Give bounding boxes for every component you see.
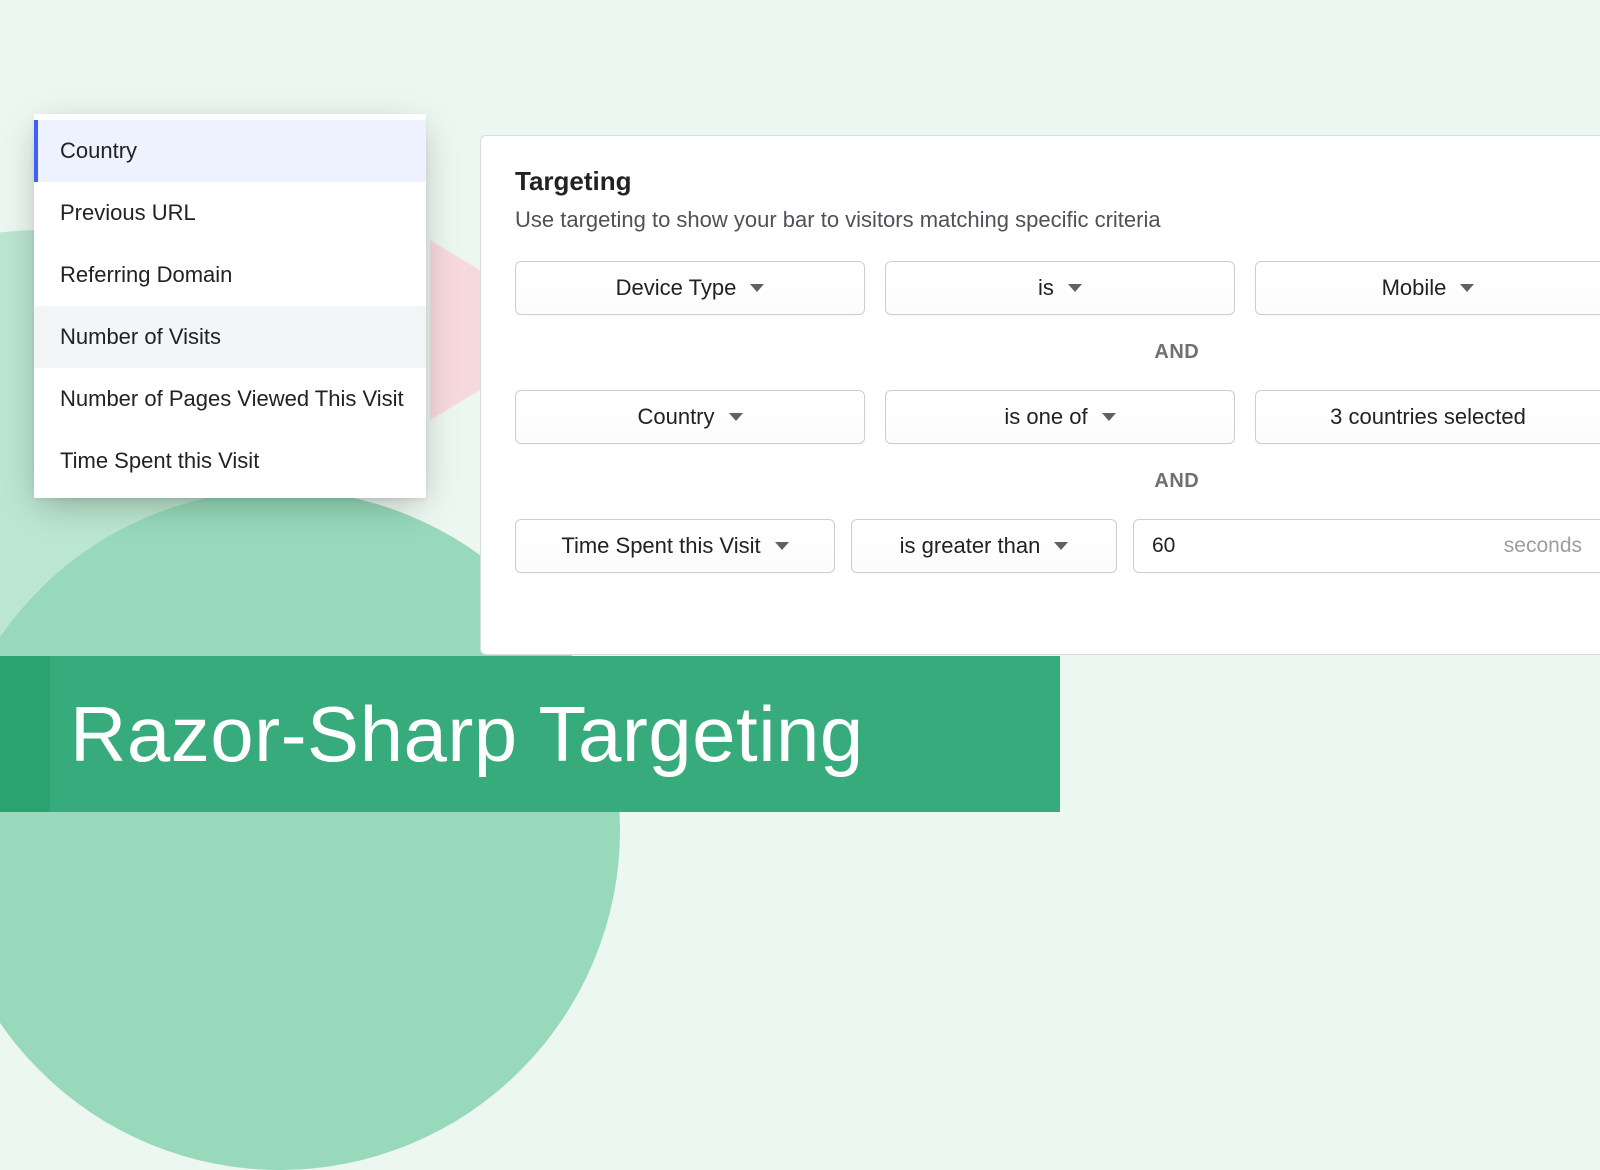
sidebar-item-label: Time Spent this Visit [60, 448, 259, 474]
select-label: Time Spent this Visit [561, 533, 760, 559]
caret-down-icon [1102, 413, 1116, 421]
caret-down-icon [729, 413, 743, 421]
input-value: 60 [1152, 534, 1175, 558]
rule-row: Time Spent this Visit is greater than 60… [515, 519, 1600, 573]
caret-down-icon [1054, 542, 1068, 550]
value-input-seconds[interactable]: 60 seconds [1133, 519, 1600, 573]
banner-title: Razor-Sharp Targeting [70, 689, 864, 780]
field-select-country[interactable]: Country [515, 390, 865, 444]
targeting-panel: Targeting Use targeting to show your bar… [480, 135, 1600, 655]
operator-select[interactable]: is one of [885, 390, 1235, 444]
rule-joiner: AND [515, 341, 1600, 364]
panel-title: Targeting [515, 166, 1600, 197]
sidebar-item-referring-domain[interactable]: Referring Domain [34, 244, 426, 306]
sidebar-item-number-of-visits[interactable]: Number of Visits [34, 306, 426, 368]
select-label: is greater than [900, 533, 1041, 559]
sidebar-item-label: Country [60, 138, 137, 164]
select-label: Mobile [1382, 275, 1447, 301]
value-select[interactable]: Mobile [1255, 261, 1600, 315]
sidebar-item-time-spent[interactable]: Time Spent this Visit [34, 430, 426, 492]
caret-down-icon [750, 284, 764, 292]
operator-select[interactable]: is greater than [851, 519, 1117, 573]
caret-down-icon [775, 542, 789, 550]
field-select-device-type[interactable]: Device Type [515, 261, 865, 315]
sidebar-item-previous-url[interactable]: Previous URL [34, 182, 426, 244]
banner-accent [0, 656, 50, 812]
sidebar-item-label: Previous URL [60, 200, 196, 226]
sidebar-item-pages-viewed[interactable]: Number of Pages Viewed This Visit [34, 368, 426, 430]
select-label: Country [637, 404, 714, 430]
input-unit: seconds [1504, 534, 1582, 558]
select-label: Device Type [616, 275, 737, 301]
select-label: is one of [1004, 404, 1087, 430]
rule-row: Device Type is Mobile [515, 261, 1600, 315]
banner-body: Razor-Sharp Targeting [50, 656, 1060, 812]
rule-row: Country is one of 3 countries selected [515, 390, 1600, 444]
value-select[interactable]: 3 countries selected [1255, 390, 1600, 444]
headline-banner: Razor-Sharp Targeting [0, 656, 1480, 812]
operator-select[interactable]: is [885, 261, 1235, 315]
targeting-field-menu: Country Previous URL Referring Domain Nu… [34, 114, 426, 498]
caret-down-icon [1460, 284, 1474, 292]
field-select-time-spent[interactable]: Time Spent this Visit [515, 519, 835, 573]
sidebar-item-label: Number of Visits [60, 324, 221, 350]
sidebar-item-label: Number of Pages Viewed This Visit [60, 386, 404, 412]
select-label: is [1038, 275, 1054, 301]
rule-joiner: AND [515, 470, 1600, 493]
sidebar-item-country[interactable]: Country [34, 120, 426, 182]
sidebar-item-label: Referring Domain [60, 262, 232, 288]
panel-subtitle: Use targeting to show your bar to visito… [515, 207, 1600, 233]
select-label: 3 countries selected [1330, 404, 1526, 430]
caret-down-icon [1068, 284, 1082, 292]
